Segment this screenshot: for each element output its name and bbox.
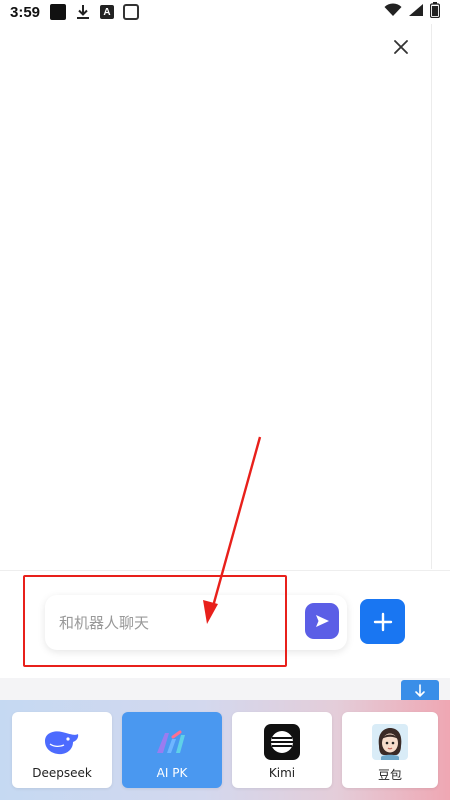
chat-input[interactable] [59,613,347,632]
status-bar: 3:59 A [0,0,450,24]
bot-label: 豆包 [377,768,402,782]
chat-area [0,24,431,570]
send-button[interactable] [305,603,339,639]
status-icons-right [384,1,441,23]
bot-card-doubao[interactable]: 豆包 [342,712,438,788]
close-button[interactable] [388,34,414,60]
wifi-icon [384,2,402,22]
bot-label: Kimi [268,766,296,780]
kimi-icon [262,724,302,760]
bot-card-deepseek[interactable]: Deepseek [12,712,112,788]
add-button[interactable] [360,599,405,644]
bot-card-kimi[interactable]: Kimi [232,712,332,788]
download-icon [75,4,91,20]
bot-label: AI PK [156,766,188,780]
white-square-icon [123,4,140,20]
bot-label: Deepseek [32,766,92,780]
black-square-icon [50,4,67,20]
send-icon [316,615,329,627]
separator-strip [0,678,450,700]
letter-a-icon: A [100,5,115,19]
status-time: 3:59 [10,3,41,21]
arrow-down-icon [415,684,425,698]
bot-card-ai-pk[interactable]: AI PK [122,712,222,788]
chat-input-box[interactable] [45,595,347,650]
divider [431,24,432,569]
ai-pk-icon [152,724,192,760]
plus-icon [373,612,392,631]
battery-icon [429,1,441,23]
deepseek-whale-icon [42,724,82,760]
close-icon [394,40,408,54]
status-icons-left: A [50,4,140,20]
scroll-down-button[interactable] [401,680,439,702]
signal-icon [408,3,424,22]
doubao-avatar-icon [370,724,410,760]
